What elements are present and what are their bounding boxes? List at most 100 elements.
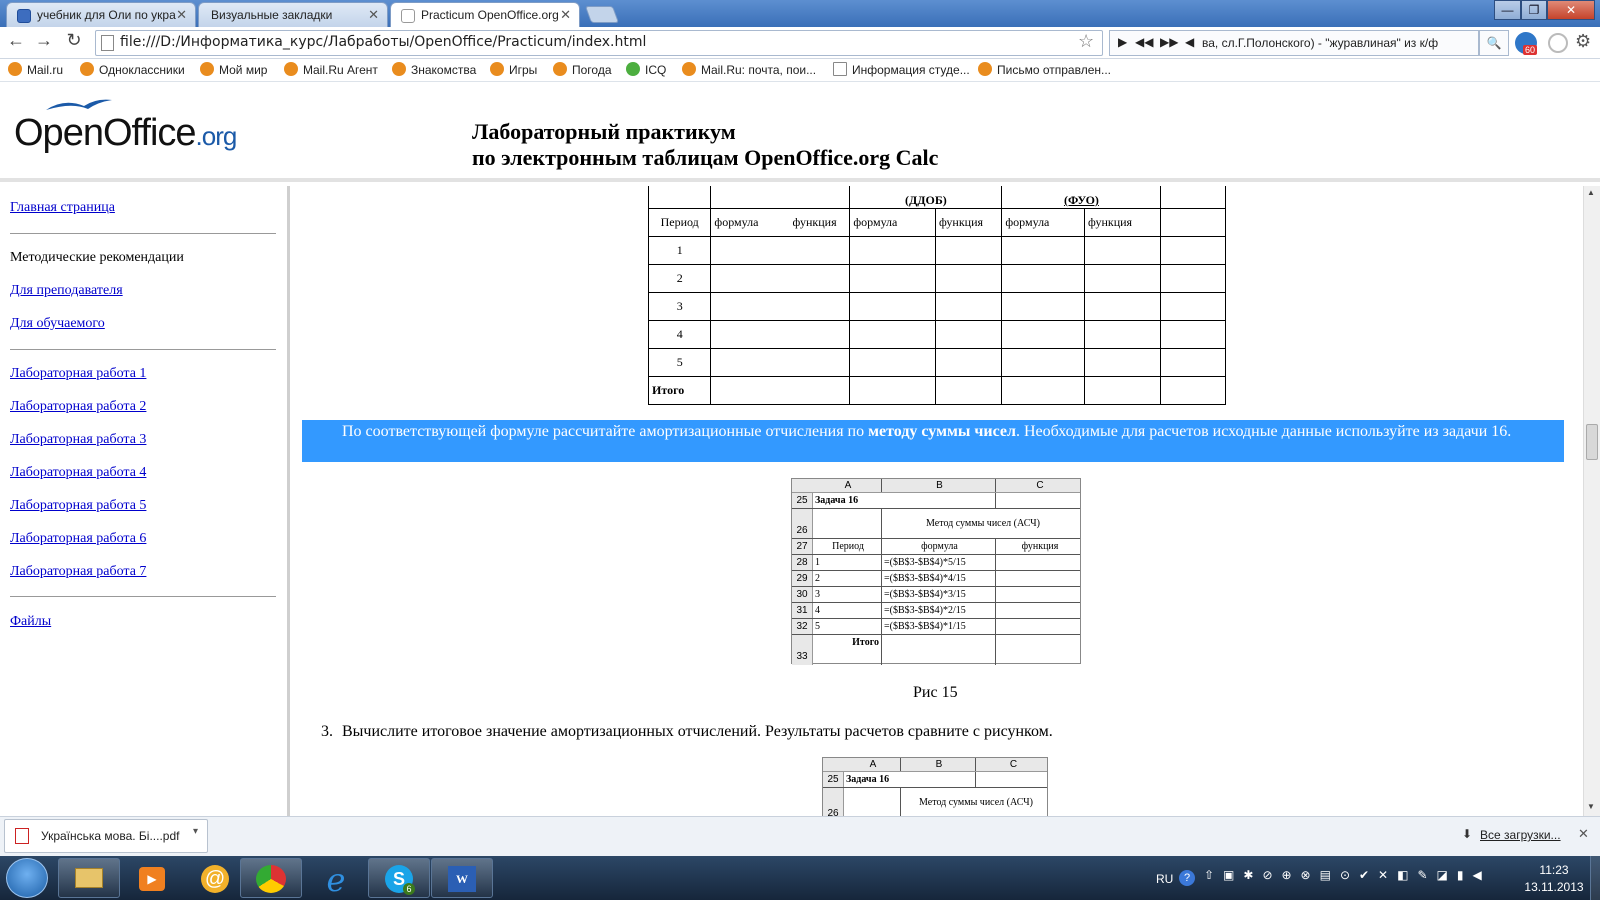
language-indicator[interactable]: RU [1156, 872, 1173, 886]
sidebar-item-teacher[interactable]: Для преподавателя [10, 283, 123, 299]
sidebar-item-student[interactable]: Для обучаемого [10, 316, 105, 332]
new-tab-button[interactable] [584, 6, 620, 23]
sheet-row: 26 Метод суммы чисел (АСЧ) [792, 509, 1080, 539]
taskbar-ie[interactable]: e [305, 858, 367, 899]
openoffice-logo: OpenOffice.org [14, 112, 237, 154]
bookmark-icon [626, 62, 640, 76]
sidebar-item-lab2[interactable]: Лабораторная работа 2 [10, 399, 146, 415]
tab-practicum[interactable]: Practicum OpenOffice.org ✕ [390, 2, 580, 27]
taskbar-explorer[interactable] [58, 858, 120, 898]
header-ddob: (ДДОБ) [849, 186, 1003, 209]
bookmark-pogoda[interactable]: Погода [553, 62, 612, 77]
all-downloads-link[interactable]: Все загрузки... [1480, 828, 1561, 842]
reload-button[interactable]: ↻ [62, 30, 86, 52]
ie-icon: e [326, 861, 346, 899]
downloads-bar [0, 816, 1600, 856]
clock-date[interactable]: 13.11.2013 [1524, 880, 1584, 894]
help-icon[interactable]: ? [1179, 870, 1195, 886]
close-icon[interactable]: ✕ [368, 7, 379, 23]
tab-label: Визуальные закладки [211, 8, 333, 22]
sheet-row: 27 Период формула функция [792, 539, 1080, 555]
media-player-bar[interactable]: ▶ ◀◀ ▶▶ ◀ ва, сл.Г.Полонского) - "журавл… [1109, 30, 1479, 56]
star-icon[interactable]: ☆ [1078, 31, 1094, 52]
notification-badge: 60 [1523, 45, 1538, 55]
forward-button[interactable]: → [32, 30, 56, 52]
divider [10, 596, 276, 597]
start-button[interactable] [6, 858, 48, 898]
prev-icon[interactable]: ◀◀ [1135, 35, 1153, 49]
extension-icon[interactable] [1548, 33, 1568, 53]
taskbar-word[interactable]: W [431, 858, 493, 898]
bookmark-moymir[interactable]: Мой мир [200, 62, 267, 77]
pdf-icon [15, 828, 29, 844]
bookmark-icon [978, 62, 992, 76]
download-arrow-icon: ⬇ [1462, 827, 1473, 841]
divider [10, 233, 276, 234]
close-icon[interactable]: ✕ [176, 7, 187, 23]
period-cell: 4 [647, 320, 712, 349]
close-icon[interactable]: ✕ [560, 7, 571, 23]
taskbar-media-player[interactable]: ▶ [121, 858, 183, 898]
sidebar-item-lab5[interactable]: Лабораторная работа 5 [10, 498, 146, 514]
column-headers: A B C [823, 758, 1047, 772]
bookmark-odnoklassniki[interactable]: Одноклассники [80, 62, 185, 77]
bookmark-igry[interactable]: Игры [490, 62, 537, 77]
table-row: 1 [647, 236, 1226, 265]
taskbar-chrome[interactable] [240, 858, 302, 898]
tab-uchebnik[interactable]: учебник для Оли по укра ✕ [6, 2, 196, 27]
skype-badge: 6 [403, 883, 415, 895]
page-icon [401, 9, 415, 23]
sidebar-item-lab3[interactable]: Лабораторная работа 3 [10, 432, 146, 448]
back-button[interactable]: ← [4, 30, 28, 52]
sidebar-item-lab7[interactable]: Лабораторная работа 7 [10, 564, 146, 580]
show-desktop-button[interactable] [1590, 856, 1600, 900]
scroll-thumb[interactable] [1586, 424, 1598, 460]
word-icon: W [448, 866, 476, 892]
download-item[interactable]: Українська мова. Бі....pdf ▾ [4, 819, 208, 853]
bookmark-icon [490, 62, 504, 76]
sidebar-item-home[interactable]: Главная страница [10, 200, 115, 216]
item2-text: По соответствующей формуле рассчитайте а… [342, 423, 1512, 440]
tray-icons[interactable]: ⇧▣✱⊘⊕⊗▤⊙✔✕◧✎◪▮◀ [1204, 868, 1491, 882]
close-icon[interactable]: ✕ [1578, 826, 1589, 842]
bookmark-label: Mail.ru [27, 63, 64, 77]
scroll-up-icon[interactable]: ▲ [1587, 188, 1595, 197]
folder-icon [75, 868, 103, 888]
bookmark-info[interactable]: Информация студе... [833, 62, 970, 77]
main-content: (ДДОБ) (ФУО) Период формула функция форму… [293, 186, 1568, 816]
sidebar-item-files[interactable]: Файлы [10, 614, 51, 630]
bookmark-icon [8, 62, 22, 76]
window-close-button[interactable]: ✕ [1547, 0, 1595, 20]
bookmark-label: Одноклассники [99, 63, 185, 77]
next-icon[interactable]: ▶▶ [1160, 35, 1178, 49]
chevron-down-icon[interactable]: ▾ [193, 826, 198, 837]
sheet-row: 30 3 =($B$3-$B$4)*3/15 [792, 587, 1080, 603]
bookmark-label: Mail.Ru Агент [303, 63, 378, 77]
clock-time[interactable]: 11:23 [1528, 863, 1580, 877]
play-icon[interactable]: ▶ [1118, 35, 1127, 49]
bookmark-agent[interactable]: Mail.Ru Агент [284, 62, 378, 77]
tab-bookmarks[interactable]: Визуальные закладки ✕ [198, 2, 388, 27]
taskbar-skype[interactable]: S6 [368, 858, 430, 898]
scroll-down-icon[interactable]: ▼ [1587, 802, 1595, 811]
bookmark-pismo[interactable]: Письмо отправлен... [978, 62, 1111, 77]
search-icon[interactable]: 🔍 [1479, 30, 1509, 56]
maximize-button[interactable]: ❐ [1521, 0, 1547, 20]
taskbar-mail-agent[interactable]: @ [184, 858, 246, 898]
bookmark-znakomstva[interactable]: Знакомства [392, 62, 476, 77]
col-formula: формула [1001, 208, 1085, 237]
sheet-row: 25 Задача 16 [792, 493, 1080, 509]
bookmark-icq[interactable]: ICQ [626, 62, 666, 77]
bookmark-mailru[interactable]: Mail.ru [8, 62, 63, 77]
wrench-icon[interactable]: ⚙ [1575, 31, 1591, 52]
sidebar-item-lab4[interactable]: Лабораторная работа 4 [10, 465, 146, 481]
page-scrollbar[interactable]: ▲ ▼ [1583, 186, 1600, 816]
volume-icon[interactable]: ◀ [1185, 35, 1194, 49]
sidebar-item-lab1[interactable]: Лабораторная работа 1 [10, 366, 146, 382]
bookmark-mailru-pochta[interactable]: Mail.Ru: почта, пои... [682, 62, 816, 77]
sidebar-item-lab6[interactable]: Лабораторная работа 6 [10, 531, 146, 547]
sheet-row: 28 1 =($B$3-$B$4)*5/15 [792, 555, 1080, 571]
sheet-row: 33 Итого [792, 635, 1080, 665]
minimize-button[interactable]: — [1494, 0, 1521, 20]
bookmark-icon [80, 62, 94, 76]
